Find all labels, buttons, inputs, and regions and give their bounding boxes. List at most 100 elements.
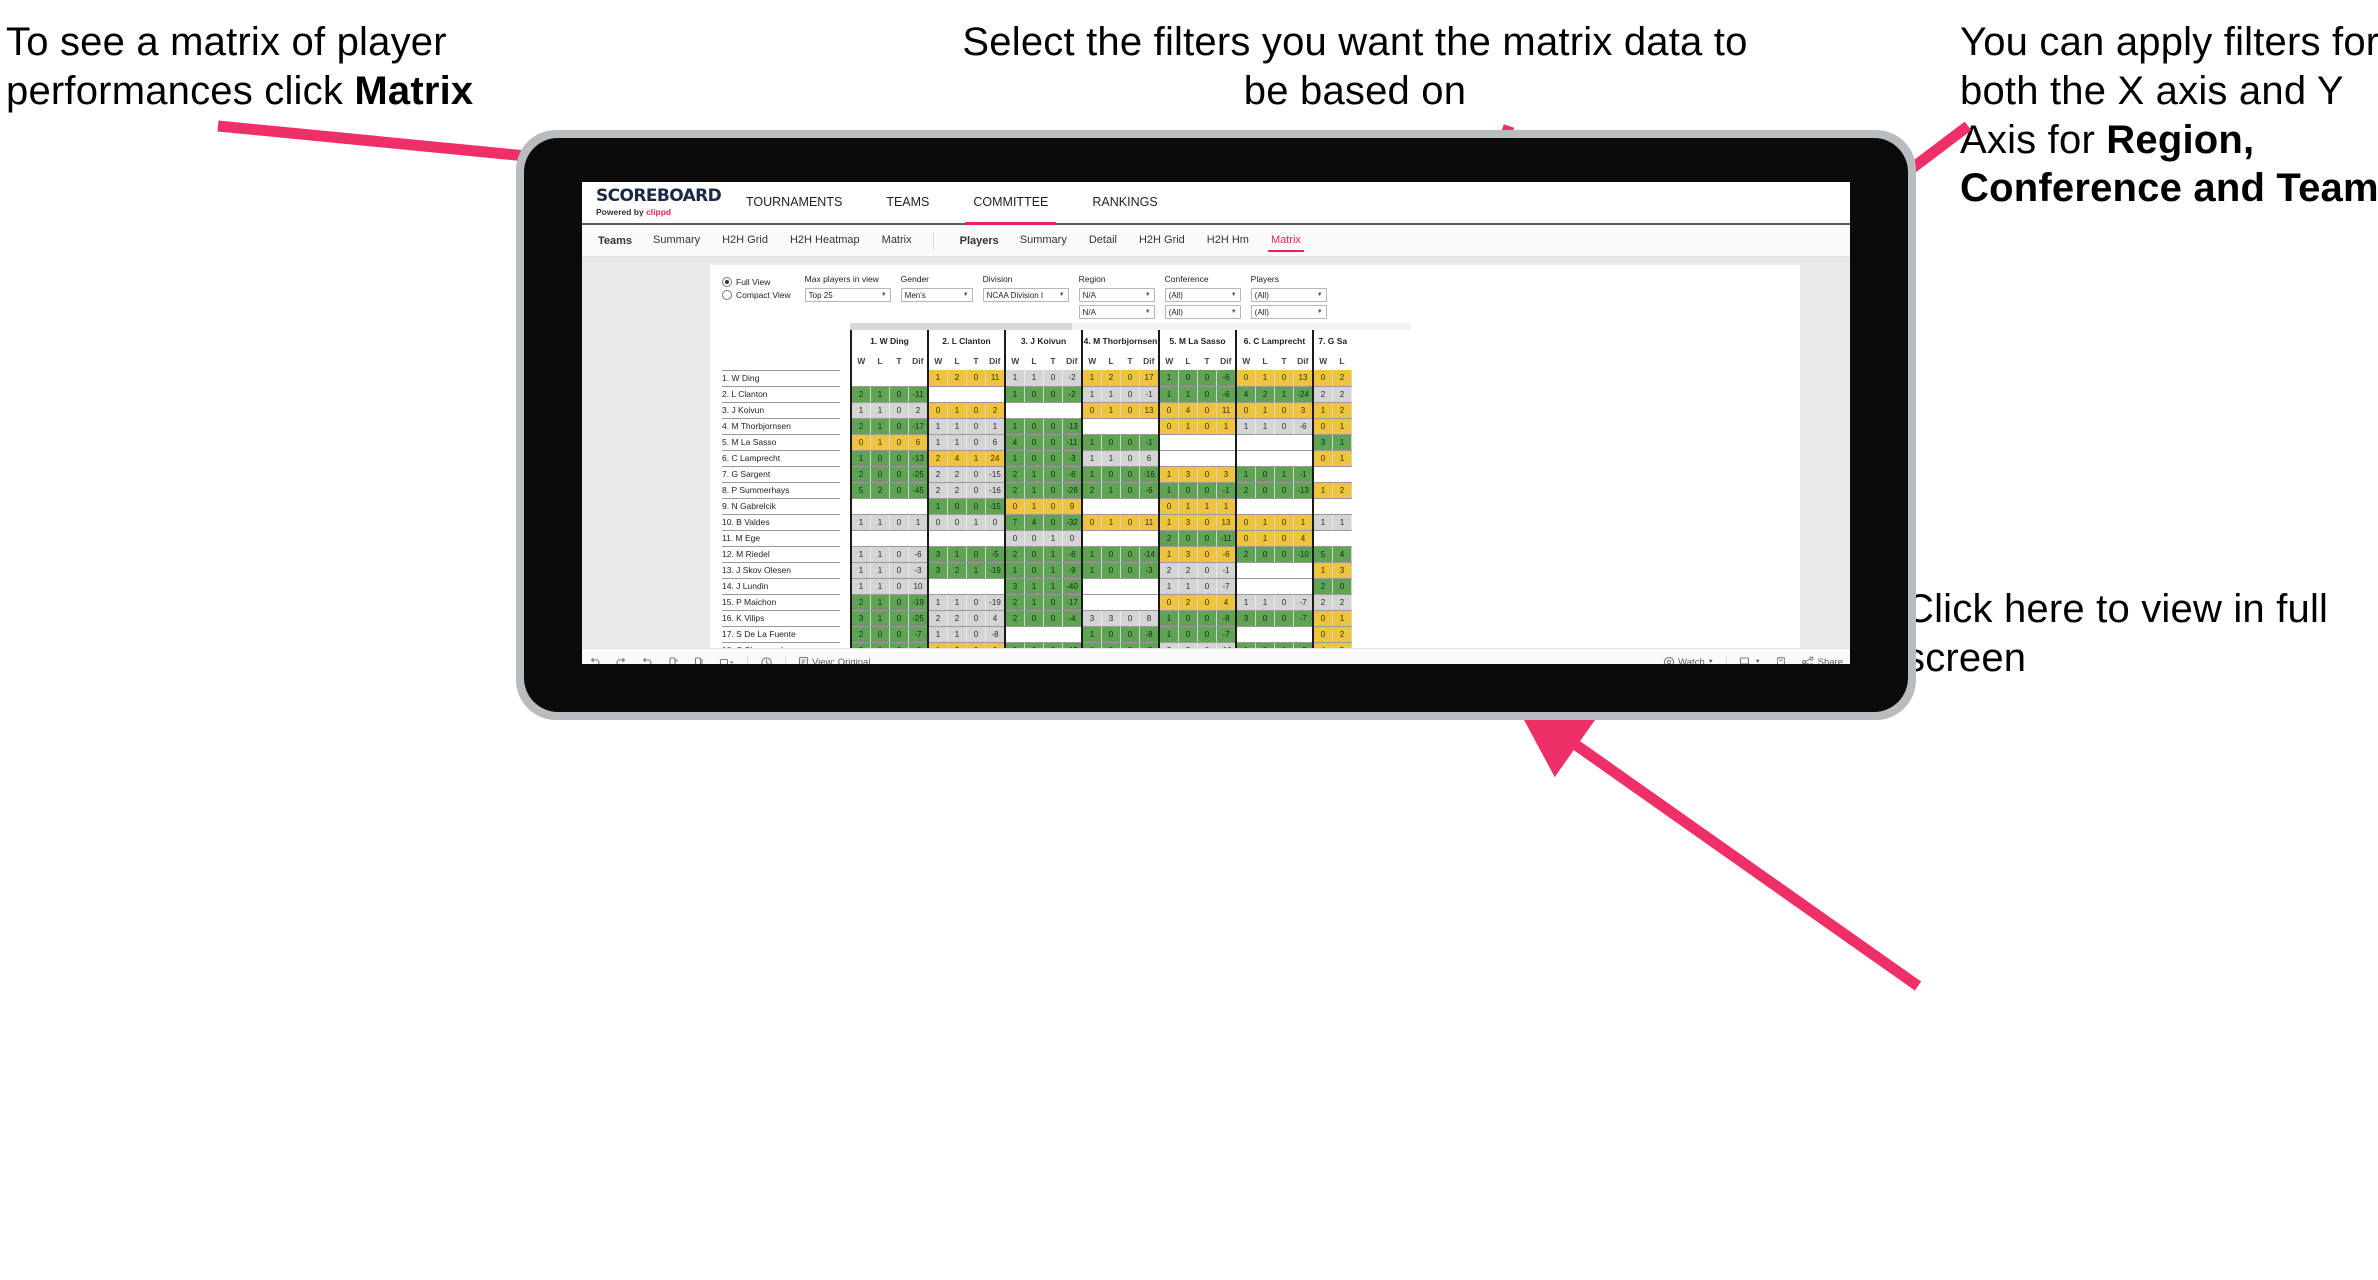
matrix-cell[interactable] [1004,402,1025,419]
matrix-cell[interactable] [1255,450,1275,467]
matrix-cell[interactable]: -6 [1216,386,1237,403]
matrix-cell[interactable]: 1 [1255,402,1275,419]
matrix-row[interactable]: 16. K Vilips 3 1 0 -25 2 2 0 4 2 0 0 -4 3 3 0 8 1 0 0 -8 3 0 0-… [722,610,1362,627]
matrix-cell[interactable]: -19 [908,594,929,611]
matrix-cell[interactable] [1024,626,1044,643]
matrix-cell[interactable] [985,530,1006,547]
matrix-cell[interactable]: 0 [1004,530,1025,547]
matrix-cell[interactable]: 13 [1293,370,1314,387]
matrix-cell[interactable]: 2 [1178,594,1198,611]
matrix-cell[interactable]: -17 [908,418,929,435]
matrix-cell[interactable]: 0 [1043,498,1063,515]
matrix-cell[interactable] [1274,450,1294,467]
matrix-row[interactable]: 7. G Sargent 2 0 0 -25 2 2 0 -15 2 1 0 -6 1 0 0 -16 1 3 0 3 1… [722,466,1362,483]
matrix-cell[interactable]: 1 [1081,386,1102,403]
matrix-cell[interactable]: 0 [1120,626,1140,643]
matrix-cell[interactable]: 1 [1216,498,1237,515]
matrix-cell[interactable]: 1 [1158,370,1179,387]
matrix-cell[interactable]: 0 [1312,370,1333,387]
matrix-cell[interactable]: -6 [1216,546,1237,563]
matrix-cell[interactable]: 6 [1139,450,1160,467]
watch-button[interactable]: Watch ▼ [1656,656,1721,664]
matrix-cell[interactable]: 0 [1255,466,1275,483]
matrix-cell[interactable]: 0 [1062,530,1083,547]
matrix-cell[interactable]: -19 [985,594,1006,611]
matrix-cell[interactable]: -17 [1062,594,1083,611]
matrix-cell[interactable]: 1 [947,546,967,563]
matrix-cell[interactable] [966,386,986,403]
matrix-cell[interactable]: 2 [947,562,967,579]
matrix-cell[interactable]: 1 [1158,610,1179,627]
matrix-cell[interactable] [1274,434,1294,451]
matrix-cell[interactable] [1216,434,1237,451]
matrix-cell[interactable]: 1 [1024,578,1044,595]
matrix-cell[interactable]: 0 [1235,514,1256,531]
matrix-cell[interactable]: 1 [1158,546,1179,563]
matrix-cell[interactable]: -16 [1139,466,1160,483]
matrix-cell[interactable]: 1 [947,626,967,643]
sub-nav-teams-summary[interactable]: Summary [642,225,711,256]
matrix-cell[interactable] [1139,498,1160,515]
revert-icon[interactable] [634,656,660,664]
matrix-cell[interactable]: 0 [1197,514,1217,531]
matrix-cell[interactable]: 2 [1004,546,1025,563]
sub-nav-players-matrix[interactable]: Matrix [1260,225,1312,256]
matrix-cell[interactable]: 1 [947,402,967,419]
matrix-cell[interactable]: 0 [1178,610,1198,627]
matrix-cell[interactable] [908,530,929,547]
matrix-cell[interactable]: 1 [1332,450,1352,467]
sub-nav-teams-h2h-heatmap[interactable]: H2H Heatmap [779,225,871,256]
matrix-cell[interactable]: 1 [850,578,871,595]
matrix-cell[interactable] [1197,450,1217,467]
matrix-cell[interactable]: 1 [1081,562,1102,579]
matrix-horizontal-scrollbar[interactable] [850,323,1410,330]
matrix-cell[interactable]: 0 [1120,546,1140,563]
matrix-cell[interactable]: 1 [1178,386,1198,403]
matrix-row[interactable]: 14. J Lundin 1 1 0 10 3 1 1 -40 1 1 0 -7 2 0 [722,578,1362,595]
matrix-row[interactable]: 15. P Maichon 2 1 0 -19 1 1 0 -19 2 1 0 -17 0 2 0 4 1 1 0 -7… [722,594,1362,611]
matrix-cell[interactable]: 3 [1178,514,1198,531]
matrix-cell[interactable]: 2 [985,402,1006,419]
matrix-cell[interactable]: 0 [1197,466,1217,483]
matrix-cell[interactable]: 2 [927,482,948,499]
matrix-cell[interactable] [1255,626,1275,643]
top-nav-committee[interactable]: COMMITTEE [951,182,1070,225]
matrix-cell[interactable]: 2 [1004,482,1025,499]
matrix-cell[interactable]: 0 [870,450,890,467]
matrix-cell[interactable]: 2 [947,610,967,627]
matrix-cell[interactable]: -6 [1293,418,1314,435]
matrix-cell[interactable]: 1 [850,546,871,563]
matrix-cell[interactable]: -3 [1139,562,1160,579]
matrix-cell[interactable]: 2 [1004,610,1025,627]
matrix-cell[interactable] [1293,578,1314,595]
matrix-cell[interactable] [870,530,890,547]
matrix-cell[interactable]: 2 [1332,626,1352,643]
matrix-cell[interactable]: 1 [1101,450,1121,467]
matrix-cell[interactable]: -7 [1293,594,1314,611]
matrix-cell[interactable]: 1 [1024,498,1044,515]
matrix-cell[interactable]: 1 [1255,594,1275,611]
matrix-cell[interactable]: 3 [1101,610,1121,627]
matrix-cell[interactable]: 0 [889,482,909,499]
matrix-cell[interactable]: 1 [1081,626,1102,643]
matrix-cell[interactable]: -8 [985,626,1006,643]
matrix-cell[interactable]: 1 [870,386,890,403]
matrix-cell[interactable]: 1 [1081,450,1102,467]
matrix-cell[interactable]: 1 [927,626,948,643]
matrix-cell[interactable]: 3 [1004,578,1025,595]
matrix-cell[interactable]: 1 [1024,370,1044,387]
matrix-cell[interactable]: 0 [1120,402,1140,419]
matrix-cell[interactable]: 0 [1255,482,1275,499]
matrix-cell[interactable]: 3 [1312,434,1333,451]
matrix-cell[interactable]: 0 [1120,562,1140,579]
rect-select-icon[interactable] [712,656,742,664]
matrix-cell[interactable]: -11 [1216,530,1237,547]
view-mode-compact[interactable]: Compact View [722,288,791,301]
matrix-cell[interactable] [1255,578,1275,595]
matrix-cell[interactable]: -3 [1062,450,1083,467]
matrix-cell[interactable]: 1 [927,434,948,451]
matrix-cell[interactable]: 1 [1004,450,1025,467]
matrix-cell[interactable]: 1 [1158,578,1179,595]
matrix-row[interactable]: 3. J Koivun 1 1 0 2 0 1 0 2 0 1 0 13 0 4 0 11 0 1 0 3 1 2 [722,402,1362,419]
refresh-icon[interactable] [660,656,686,664]
